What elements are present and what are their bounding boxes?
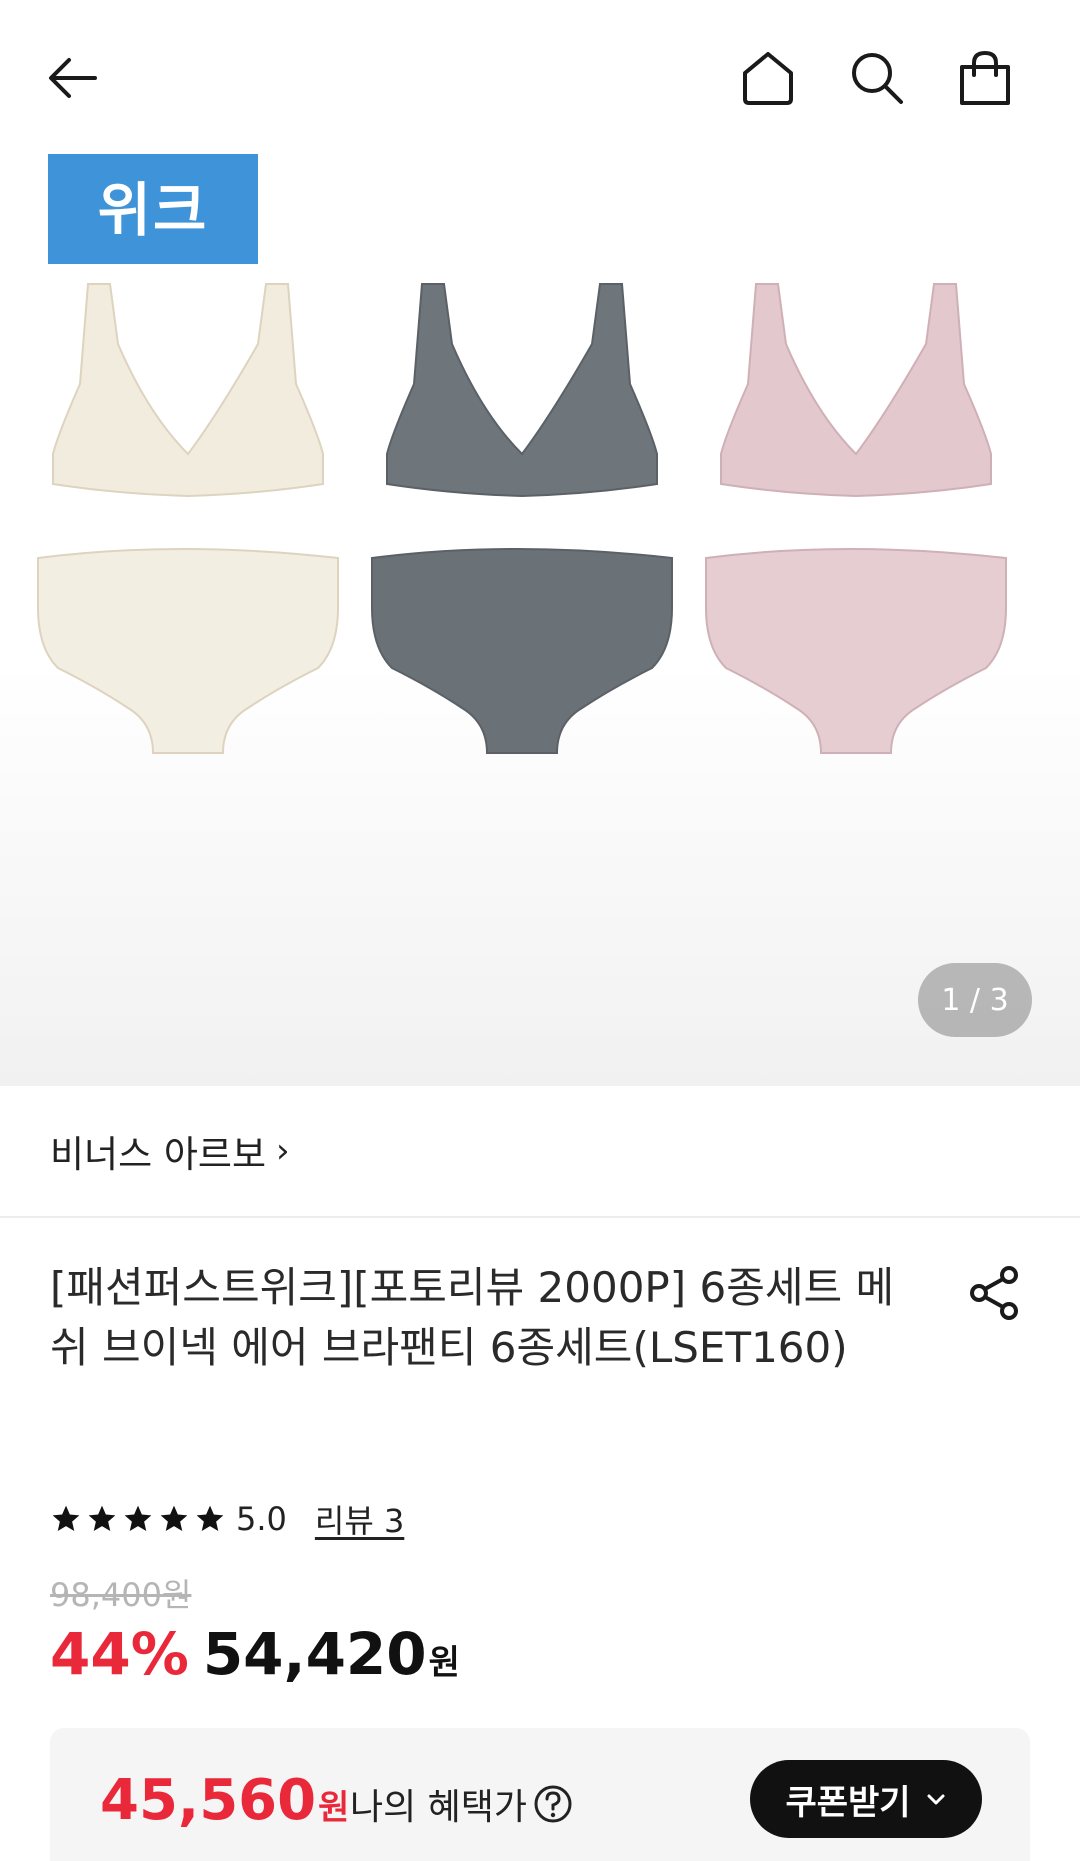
benefit-label: 나의 혜택가 [350,1787,528,1828]
product-image [37,283,1007,754]
sale-price: 54,420 [202,1620,427,1688]
star-rating [50,1503,226,1535]
week-badge: 위크 [48,154,258,264]
currency-unit: 원 [428,1643,460,1683]
rating-value: 5.0 [236,1500,287,1538]
home-icon [743,52,793,105]
shopping-bag-icon [960,50,1010,105]
product-title: [패션퍼스트위크][포토리뷰 2000P] 6종세트 메쉬 브이넥 에어 브라팬… [50,1263,895,1372]
discount-rate: 44% [50,1620,189,1688]
pink-bra [720,283,992,497]
benefit-price-value: 45,560 [100,1768,317,1833]
image-pager: 1 / 3 [918,963,1032,1037]
top-bar [0,0,1080,150]
grey-panty [371,548,673,754]
brand-link[interactable]: 비너스 아르보 › [0,1086,1080,1218]
star-icon [52,1505,80,1531]
coupon-button[interactable]: 쿠폰받기 [750,1760,982,1838]
ivory-panty [37,548,339,754]
back-button[interactable] [38,43,108,113]
pink-panty [705,548,1007,754]
arrow-left-icon [49,58,97,98]
review-link[interactable]: 리뷰 3 [315,1496,404,1542]
cart-button[interactable] [950,43,1020,113]
star-icon [88,1505,116,1531]
benefit-label-wrap: 나의 혜택가 [350,1778,573,1830]
share-button[interactable] [960,1258,1030,1328]
price-row: 44% 54,420 원 [50,1620,460,1688]
ivory-bra [52,283,324,497]
product-title-wrap: [패션퍼스트위크][포토리뷰 2000P] 6종세트 메쉬 브이넥 에어 브라팬… [50,1258,910,1378]
rating-row: 5.0 리뷰 3 [50,1497,404,1541]
star-icon [124,1505,152,1531]
home-button[interactable] [733,43,803,113]
share-icon [970,1266,1018,1320]
benefit-currency-unit: 원 [318,1788,350,1828]
help-icon[interactable] [533,1784,573,1824]
chevron-right-icon: › [276,1131,290,1171]
coupon-button-label: 쿠폰받기 [785,1782,911,1823]
search-button[interactable] [842,43,912,113]
star-icon [160,1505,188,1531]
original-price: 98,400원 [50,1576,192,1614]
product-image-gallery[interactable]: 위크 1 / 3 [0,150,1080,1086]
search-icon [852,53,903,104]
benefit-price: 45,560 원 [100,1768,349,1833]
benefit-box: 45,560 원 나의 혜택가 쿠폰받기 [50,1728,1030,1861]
star-icon [196,1505,224,1531]
brand-name: 비너스 아르보 [50,1133,267,1176]
grey-bra [386,283,658,497]
chevron-down-icon [927,1794,945,1805]
